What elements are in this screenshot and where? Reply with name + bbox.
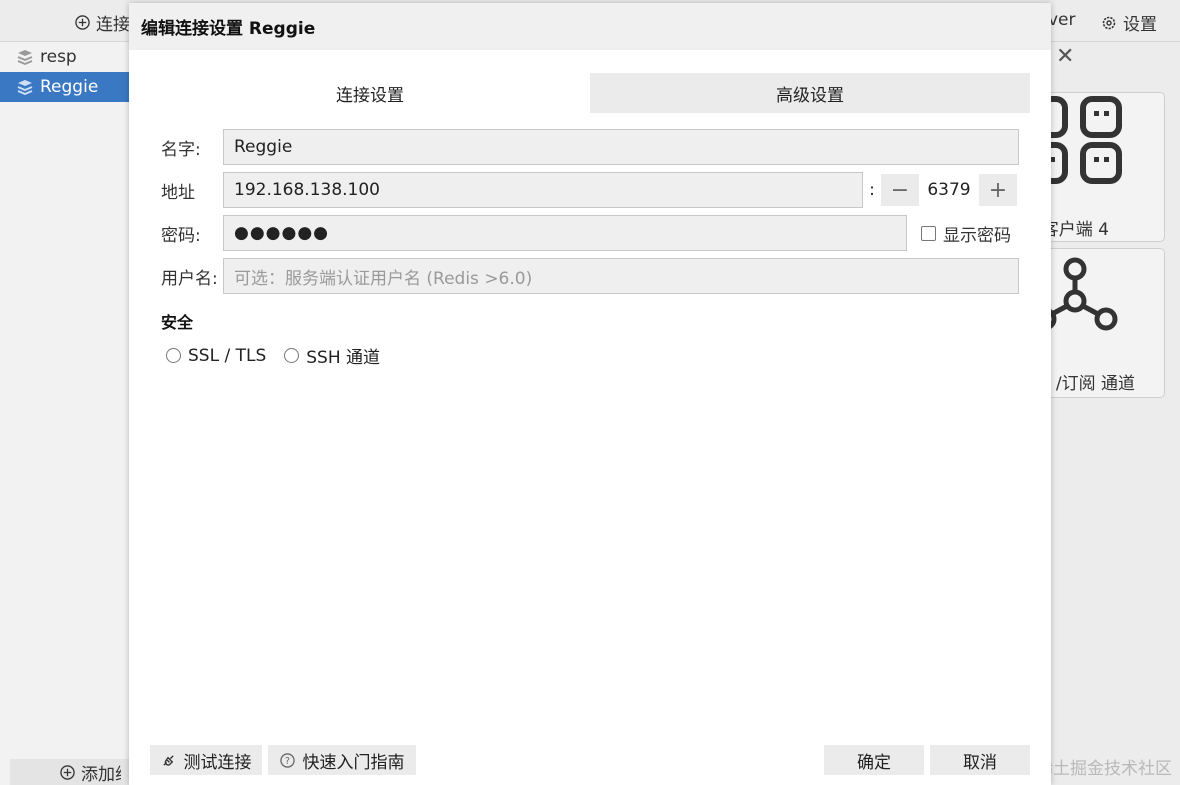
ssl-tls-label: SSL / TLS <box>188 345 267 366</box>
plus-circle-icon <box>75 15 90 30</box>
username-input[interactable]: 可选：服务端认证用户名 (Redis >6.0) <box>223 258 1019 294</box>
ok-button[interactable]: 确定 <box>824 745 924 775</box>
tab-advanced-settings[interactable]: 高级设置 <box>590 73 1030 113</box>
security-section-title: 安全 <box>161 313 194 332</box>
port-decrement-button[interactable]: − <box>881 178 919 203</box>
port-separator: : <box>869 180 875 200</box>
plug-icon <box>162 754 174 766</box>
name-input[interactable]: Reggie <box>223 129 1019 165</box>
sidebar-item-reggie[interactable]: Reggie <box>0 72 129 102</box>
pubsub-network-icon <box>1033 257 1118 331</box>
database-stack-icon <box>17 80 33 95</box>
tab-connection-settings[interactable]: 连接设置 <box>150 73 590 113</box>
username-row: 用户名: 可选：服务端认证用户名 (Redis >6.0) <box>161 258 1019 294</box>
port-stepper: − 6379 + <box>881 174 1017 206</box>
add-group-label: 添加组 <box>81 764 121 785</box>
gear-icon <box>1102 16 1116 29</box>
settings-label: 设置 <box>1123 15 1157 35</box>
edit-connection-dialog: 编辑连接设置 Reggie 连接设置 高级设置 名字: Reggie 地址 19… <box>129 3 1051 785</box>
address-row: 地址 192.168.138.100 : − 6379 + <box>161 172 1017 208</box>
port-input[interactable]: 6379 <box>919 174 979 206</box>
show-password-checkbox[interactable] <box>921 225 936 241</box>
address-label: 地址 <box>161 182 195 203</box>
clients-grid-icon <box>1031 96 1122 184</box>
database-stack-icon <box>17 50 33 65</box>
connect-label: 连接 <box>96 15 130 35</box>
settings-button[interactable]: 设置 <box>1101 10 1157 35</box>
quick-start-guide-button[interactable]: ? 快速入门指南 <box>268 745 416 775</box>
ssh-tunnel-radio[interactable] <box>284 348 300 363</box>
port-increment-button[interactable]: + <box>979 178 1017 203</box>
connect-button[interactable]: 连接 <box>75 10 130 35</box>
cancel-button[interactable]: 取消 <box>930 745 1030 775</box>
ssh-tunnel-label: SSH 通道 <box>306 348 381 368</box>
sidebar-item-label: resp <box>40 47 77 67</box>
name-row: 名字: Reggie <box>161 129 1019 165</box>
username-label: 用户名: <box>161 268 218 289</box>
test-connection-label: 测试连接 <box>183 752 252 773</box>
password-input[interactable]: ●●●●●● <box>223 215 907 251</box>
password-row: 密码: ●●●●●● 显示密码 <box>161 215 1011 251</box>
show-password-toggle[interactable]: 显示密码 <box>921 221 1011 246</box>
ssl-tls-option[interactable]: SSL / TLS <box>166 343 266 368</box>
ssh-tunnel-option[interactable]: SSH 通道 <box>284 343 380 368</box>
plus-circle-icon <box>60 764 75 780</box>
sidebar-item-label: Reggie <box>40 77 99 97</box>
server-button[interactable]: ver <box>1048 10 1076 30</box>
quick-start-guide-label: 快速入门指南 <box>302 752 405 773</box>
security-options: SSL / TLS SSH 通道 <box>166 343 380 368</box>
help-circle-icon: ? <box>279 752 295 768</box>
show-password-label: 显示密码 <box>943 225 1011 246</box>
ssl-tls-radio[interactable] <box>166 348 181 363</box>
add-group-button[interactable]: 添加组 <box>10 759 130 785</box>
dialog-title: 编辑连接设置 Reggie <box>129 3 1051 50</box>
name-label: 名字: <box>161 139 201 160</box>
host-input[interactable]: 192.168.138.100 <box>223 172 863 208</box>
server-label: ver <box>1048 10 1076 30</box>
password-label: 密码: <box>161 225 201 246</box>
connection-sidebar: resp Reggie 添加组 <box>0 42 130 785</box>
sidebar-item-resp[interactable]: resp <box>0 42 129 72</box>
dialog-tabs: 连接设置 高级设置 <box>150 73 1030 113</box>
test-connection-button[interactable]: 测试连接 <box>150 745 262 775</box>
svg-text:?: ? <box>285 755 290 766</box>
close-icon[interactable]: ✕ <box>1056 44 1074 69</box>
